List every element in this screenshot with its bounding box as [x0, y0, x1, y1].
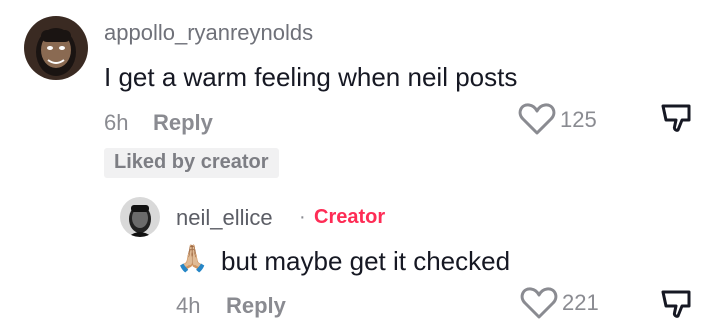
- reply-like-count: 221: [562, 290, 599, 315]
- comment-like-count: 125: [560, 107, 597, 132]
- commenter-username[interactable]: appollo_ryanreynolds: [104, 20, 313, 46]
- reply-timestamp: 4h: [176, 293, 201, 318]
- folded-hands-emoji: 🙏🏼: [176, 243, 209, 273]
- comment-reply-button[interactable]: Reply: [153, 110, 213, 136]
- comment-timestamp: 6h: [104, 110, 129, 135]
- heart-outline-icon: [518, 103, 556, 135]
- reply-dislike-button[interactable]: [660, 288, 694, 318]
- separator-dot: ·: [299, 206, 306, 228]
- thumbs-down-icon: [661, 104, 691, 132]
- heart-outline-icon: [520, 287, 558, 319]
- comment-text: I get a warm feeling when neil posts: [104, 62, 518, 92]
- thumbs-down-icon: [661, 290, 691, 318]
- creator-username[interactable]: neil_ellice: [176, 205, 273, 231]
- reply-reply-button[interactable]: Reply: [226, 293, 286, 319]
- comment-dislike-button[interactable]: [660, 102, 694, 136]
- reply-text: but maybe get it checked: [221, 246, 511, 276]
- liked-by-creator-badge: Liked by creator: [104, 148, 279, 178]
- commenter-avatar[interactable]: [24, 16, 88, 80]
- comment-like-button[interactable]: [518, 102, 558, 138]
- reply-like-button[interactable]: [520, 286, 560, 319]
- creator-label: Creator: [314, 206, 386, 228]
- creator-avatar[interactable]: [120, 197, 160, 237]
